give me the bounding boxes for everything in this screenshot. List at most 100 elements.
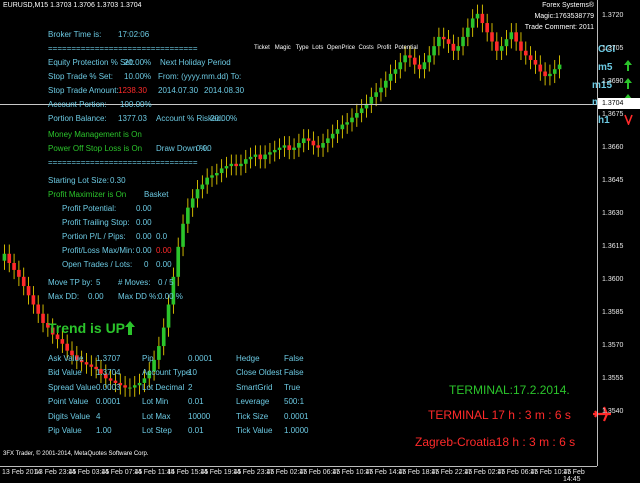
- move-tp-label: Move TP by:: [48, 278, 93, 287]
- zagreb-time: Zagreb-Croatia18 h : 3 m : 6 s: [415, 435, 576, 449]
- price-tick: 1.3675: [602, 111, 624, 118]
- price-axis: 1.3720 1.3705 1.3690 1.3675 1.3660 1.3645 1.36…: [597, 0, 640, 466]
- candle-body: [557, 64, 562, 70]
- candle-body: [301, 138, 306, 144]
- candle-body: [2, 253, 7, 261]
- tick-size-label: Tick Size: [236, 411, 269, 421]
- price-tick: 1.3645: [602, 177, 624, 184]
- holiday-format: From: (yyyy.mm.dd) To:: [158, 72, 242, 81]
- candle-body: [282, 145, 287, 148]
- candle-body: [427, 55, 432, 63]
- candle-body: [466, 27, 470, 37]
- candle-body: [205, 177, 209, 185]
- time-tick: 17 Feb 14:45: [563, 469, 585, 483]
- magic-label: Magic:1763538779: [534, 13, 594, 20]
- starting-lot-value: 0.30: [110, 176, 126, 185]
- pip-value-label: Pip Value: [48, 426, 82, 436]
- market-info-col3-values: False False True 500:1 0.0001 1.0000: [284, 352, 308, 438]
- lot-min-val: 0.01: [188, 397, 204, 407]
- candle-body: [311, 140, 316, 146]
- col-openprice: OpenPrice: [326, 45, 356, 51]
- candle-body: [137, 382, 142, 386]
- candle-body: [253, 154, 258, 157]
- draw-down-value: 0.00: [196, 144, 212, 153]
- time-axis: 13 Feb 2014 13 Feb 23:45 14 Feb 03:45 14 Fe…: [0, 466, 597, 483]
- point-label: Point Value: [48, 397, 89, 407]
- candle-body: [243, 159, 248, 164]
- candle-body: [470, 18, 475, 28]
- candle-body: [248, 156, 253, 160]
- col-costs: Costs: [358, 45, 374, 51]
- stop-trade-amount-label: Stop Trade Amount:: [48, 86, 119, 95]
- candle-body: [272, 149, 277, 153]
- candle-body: [350, 117, 354, 123]
- candle-body: [509, 32, 514, 40]
- col-type: Type: [295, 45, 309, 51]
- candle-body: [461, 36, 465, 47]
- market-info-col1: Ask Value Bid Value Spread Value Point V…: [48, 352, 96, 438]
- candle-body: [359, 108, 364, 114]
- candle-body: [374, 92, 378, 97]
- candle-body: [533, 59, 538, 65]
- price-tick: 1.3540: [602, 408, 624, 415]
- candle-body: [7, 253, 12, 263]
- candle-body: [451, 43, 456, 51]
- candle-body: [161, 327, 166, 347]
- separator-line: ================================: [48, 44, 198, 53]
- candle-body: [292, 147, 296, 150]
- open-trades-label: Open Trades / Lots:: [62, 260, 133, 269]
- candle-body: [326, 138, 330, 144]
- ask-label: Ask Value: [48, 354, 84, 363]
- candle-body: [12, 262, 16, 270]
- price-tick: 1.3615: [602, 243, 624, 250]
- candle-body: [128, 387, 132, 389]
- candle-body: [355, 113, 359, 118]
- candle-body: [277, 147, 282, 150]
- profit-trailing-value: 0.00: [136, 218, 152, 227]
- candle-body: [552, 69, 557, 74]
- candle-body: [490, 32, 494, 42]
- col-ticket: Ticket: [254, 45, 270, 51]
- portion-pl-value: 0.00: [136, 232, 152, 241]
- leverage-val: 500:1: [284, 397, 305, 407]
- candle-body: [258, 154, 263, 160]
- tick-value-label: Tick Value: [236, 426, 273, 436]
- candle-body: [369, 96, 374, 104]
- candle-body: [548, 73, 552, 77]
- holiday-to: 2014.08.30: [204, 86, 245, 95]
- account-risked-value: 20.00%: [210, 114, 238, 123]
- candle-body: [263, 154, 267, 160]
- digits-label: Digits Value: [48, 411, 91, 421]
- lot-decimal-val: 2: [188, 382, 193, 392]
- close-oldest-val: False: [284, 368, 304, 378]
- profit-potential-value: 0.00: [136, 204, 152, 213]
- candle-body: [335, 129, 340, 134]
- candle-body: [528, 55, 533, 60]
- trend-label: Trend is UP: [48, 320, 126, 336]
- candle-body: [538, 64, 543, 72]
- pip-label: Pip: [142, 354, 154, 363]
- candle-body: [65, 343, 69, 351]
- market-info-col1-values: 1.3707 1.3704 0.0003 0.0001 4 1.00: [96, 352, 120, 438]
- candle-body: [432, 46, 436, 56]
- col-potential: Potential: [394, 45, 418, 51]
- profit-loss-max-label: Profit/Loss Max/Min:: [62, 246, 135, 255]
- candle-body: [195, 189, 200, 199]
- candle-body: [41, 313, 45, 323]
- candle-body: [176, 246, 181, 277]
- candle-body: [31, 295, 36, 305]
- candle-body: [239, 163, 243, 167]
- broker-time-value: 17:02:06: [118, 30, 150, 39]
- candle-body: [306, 138, 311, 141]
- stop-trade-value: 10.00%: [124, 72, 152, 81]
- price-tick: 1.3555: [602, 375, 624, 382]
- candle-body: [345, 122, 349, 125]
- price-tick: 1.3600: [602, 276, 624, 283]
- col-profit: Profit: [377, 45, 392, 51]
- candle-body: [36, 304, 41, 314]
- hedge-label: Hedge: [236, 354, 260, 363]
- candle-body: [200, 184, 205, 190]
- candle-body: [456, 46, 461, 51]
- money-management-status: Money Management is On: [48, 130, 142, 139]
- copyright: 3FX Trader, © 2001-2014, MetaQuotes Soft…: [3, 451, 149, 457]
